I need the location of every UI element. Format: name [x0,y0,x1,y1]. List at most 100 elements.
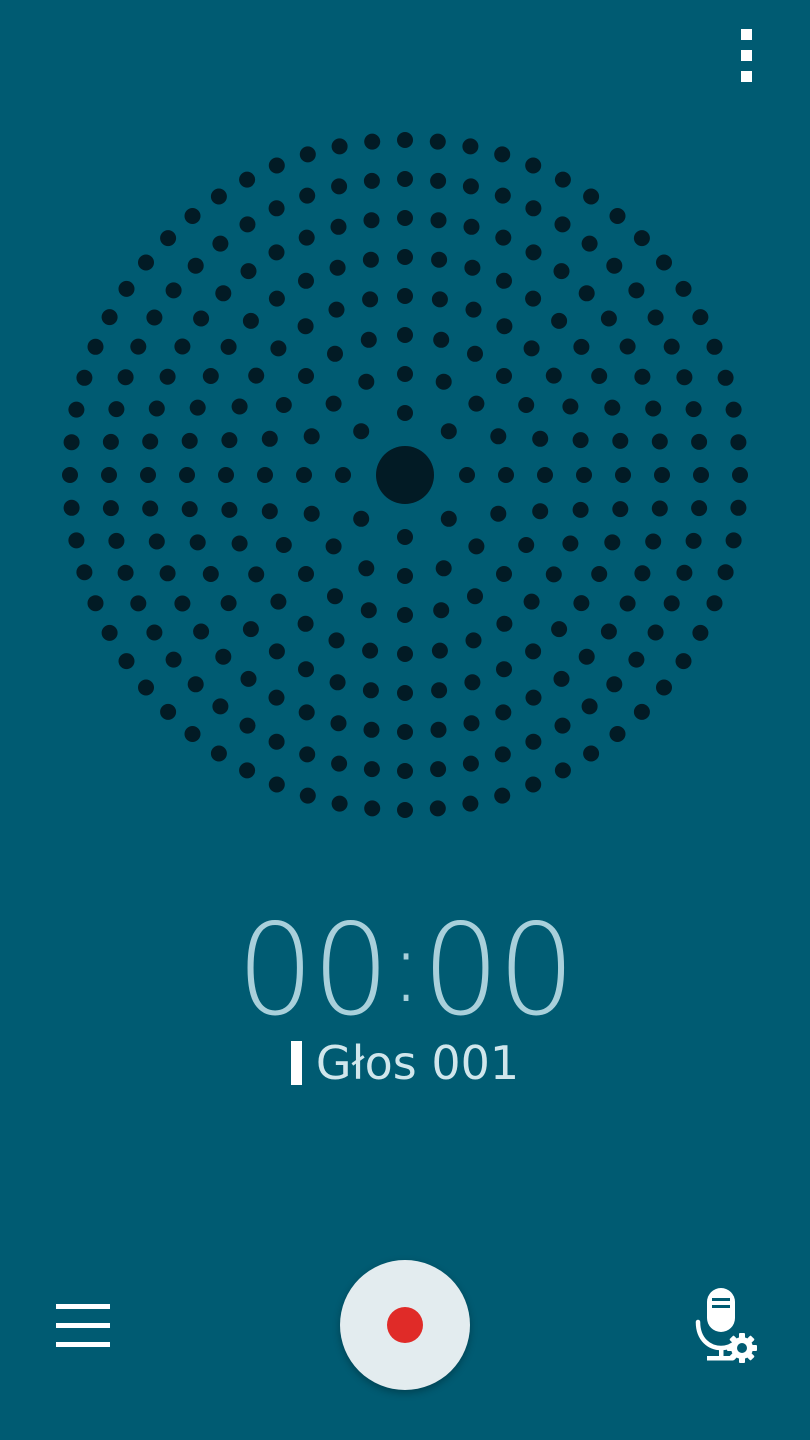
visualizer-dot [628,282,645,299]
visualizer-dot [239,762,256,779]
visualizer-dot [87,338,104,355]
visualizer-dot [430,761,447,778]
visualizer-dot [360,602,377,619]
visualizer-dot [239,171,256,188]
recordings-list-button[interactable] [50,1300,116,1352]
visualizer-dot [463,218,480,235]
visualizer-dot [68,401,85,418]
visualizer-dot [429,800,446,817]
record-button[interactable] [340,1260,470,1390]
visualizer-dot [275,537,292,553]
visualizer-dot [573,595,590,612]
visualizer-dot [464,259,481,276]
visualizer-dot [532,430,549,447]
visualizer-dot [363,212,380,229]
visualizer-dot [465,632,482,649]
visualizer-dot [656,679,672,696]
visualizer-dot [397,685,413,701]
visualizer-dot [554,717,571,734]
visualizer-dot [609,208,626,224]
visualizer-dot [523,593,540,610]
visualizer-dot [429,133,446,150]
visualizer-dot [397,646,413,662]
visualizer-dot [606,257,623,274]
visualizer-dot [298,368,314,384]
visualizer-dot [242,312,259,329]
visualizer-dot [331,138,348,155]
visualizer-dot [189,399,206,416]
visualizer-dot [692,309,709,326]
visualizer-dot [730,434,747,451]
visualizer-dot [554,171,571,188]
recording-timer: 00:00 [0,895,810,1042]
visualizer-dot [331,795,348,812]
visualizer-dot [554,762,571,779]
visualizer-dot [612,432,629,449]
visualizer-dot [165,651,182,668]
recording-file-name[interactable]: Głos 001 [316,1033,519,1093]
visualizer-dot [138,679,154,696]
visualizer-dot [545,566,562,583]
visualizer-dot [583,745,600,762]
recording-name-row[interactable]: Głos 001 [0,1033,810,1093]
visualizer-dot [725,401,742,418]
recording-settings-button[interactable] [690,1284,764,1368]
visualizer-dot [62,467,78,483]
visualizer-dot [187,676,204,693]
visualizer-dot [270,340,287,357]
visualizer-center-dot [376,446,434,504]
visualizer-dot [215,648,232,665]
visualizer-dot [496,368,512,384]
visualizer-dot [63,434,80,451]
visualizer-dot [397,249,413,265]
visualizer-dot [268,290,285,307]
visualizer-dot [261,503,278,520]
visualizer-dot [242,621,259,638]
visualizer-dot [397,366,413,382]
visualizer-dot [633,230,650,247]
visualizer-dot [63,499,80,516]
visualizer-dot [329,674,346,691]
visualizer-dot [468,538,485,555]
visualizer-dot [706,338,723,355]
visualizer-dot [430,172,447,189]
visualizer-dot [397,607,413,623]
visualizer-dot [609,726,626,742]
visualizer-dot [465,301,482,318]
visualizer-dot [525,776,542,793]
visualizer-dot [210,745,227,762]
visualizer-dot [174,595,191,612]
visualizer-dot [462,795,479,812]
timer-seconds: 00 [422,896,575,1044]
visualizer-dot [430,212,447,229]
visualizer-dot [525,643,542,660]
visualizer-dot [663,338,680,355]
visualizer-dot [231,398,248,415]
visualizer-dot [656,254,672,271]
visualizer-dot [583,188,600,205]
visualizer-dot [725,532,742,549]
visualizer-dot [645,533,662,550]
visualizer-dot [691,433,708,450]
visualizer-dot [573,338,590,355]
visualizer-dot [397,763,413,779]
visualizer-dot [518,537,535,553]
visualizer-dot [102,500,119,517]
visualizer-dot [87,595,104,612]
visualizer-dot [397,802,413,818]
visualizer-dot [685,401,702,418]
visualizer-dot [130,338,147,355]
visualizer-dot [612,501,629,518]
visualizer-dot [663,595,680,612]
visualizer-dot [494,187,511,204]
visualizer-dot [248,367,265,384]
timer-separator: : [389,909,422,1025]
visualizer-dot [299,746,316,763]
visualizer-dot [148,400,165,417]
visualizer-dot [299,787,316,804]
visualizer-dot [397,210,413,226]
visualizer-dot [101,309,118,326]
visualizer-dot [220,338,237,355]
visualizer-dot [496,272,512,289]
visualizer-dot [523,340,540,357]
